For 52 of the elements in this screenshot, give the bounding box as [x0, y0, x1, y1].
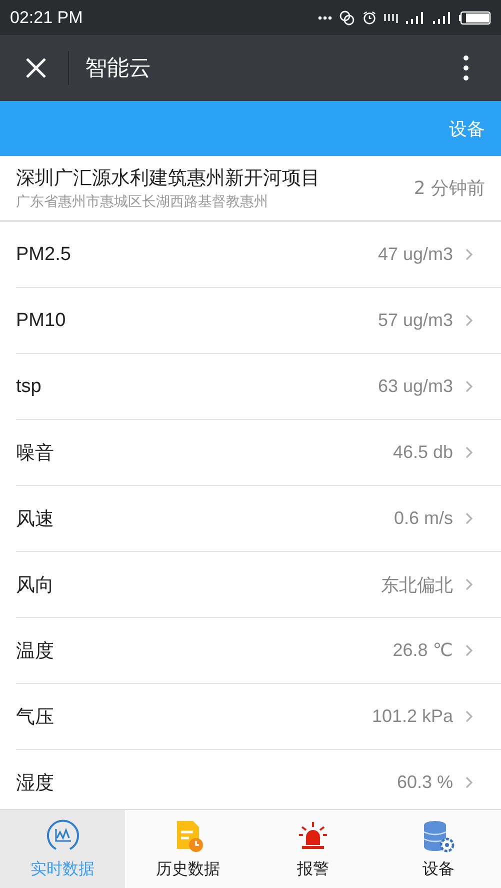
- reading-label: PM2.5: [16, 244, 71, 266]
- chevron-icon: [465, 446, 473, 459]
- reading-label: 风速: [16, 508, 54, 532]
- reading-row[interactable]: 气压 101.2 kPa: [16, 684, 501, 750]
- chevron-icon: [465, 710, 473, 723]
- chevron-icon: [465, 512, 473, 525]
- signal-icon: [432, 10, 452, 24]
- reading-row[interactable]: 噪音 46.5 db: [16, 420, 501, 486]
- reading-label: 湿度: [16, 772, 54, 796]
- tab[interactable]: 设备: [376, 810, 501, 888]
- reading-label: 温度: [16, 640, 54, 664]
- reading-label: tsp: [16, 376, 42, 398]
- reading-row[interactable]: tsp 63 ug/m3: [16, 354, 501, 420]
- reading-value: 0.6 m/s: [394, 508, 453, 529]
- chevron-icon: [465, 248, 473, 261]
- app-title: 智能云: [85, 55, 151, 83]
- reading-label: 风向: [16, 574, 54, 598]
- reading-value: 26.8 ℃: [392, 640, 453, 661]
- reading-value: 63 ug/m3: [378, 376, 453, 397]
- project-address: 广东省惠州市惠城区长湖西路基督教惠州: [16, 193, 269, 211]
- reading-value: 57 ug/m3: [378, 310, 453, 331]
- reading-value: 46.5 db: [392, 442, 453, 463]
- chevron-icon: [465, 776, 473, 789]
- reading-label: 噪音: [16, 442, 54, 466]
- tab[interactable]: 历史数据: [125, 810, 250, 888]
- alarm-clock-icon: [362, 10, 377, 25]
- reading-value: 60.3 %: [396, 772, 453, 793]
- reading-row[interactable]: PM2.5 47 ug/m3: [16, 222, 501, 288]
- update-time: 2 分钟前: [414, 177, 485, 200]
- project-name: 深圳广汇源水利建筑惠州新开河项目: [16, 166, 320, 191]
- chevron-icon: [465, 380, 473, 393]
- more-dots-icon: [318, 16, 332, 20]
- rings-icon: [339, 10, 355, 26]
- chart-icon: [46, 818, 80, 852]
- chevron-icon: [465, 644, 473, 657]
- signal-icon: [405, 10, 425, 24]
- close-icon[interactable]: [25, 57, 47, 79]
- reading-row[interactable]: 风速 0.6 m/s: [16, 486, 501, 552]
- menu-icon[interactable]: [463, 55, 469, 81]
- reading-row[interactable]: 风向 东北偏北: [16, 552, 501, 618]
- reading-value: 东北偏北: [381, 574, 453, 596]
- status-time: 02:21 PM: [10, 8, 83, 28]
- reading-row[interactable]: PM10 57 ug/m3: [16, 288, 501, 354]
- chevron-icon: [465, 578, 473, 591]
- reading-label: PM10: [16, 310, 66, 332]
- reading-value: 101.2 kPa: [372, 706, 453, 727]
- chevron-icon: [465, 314, 473, 327]
- tab[interactable]: 报警: [250, 810, 376, 888]
- reading-label: 气压: [16, 706, 54, 730]
- battery-icon: [459, 10, 491, 24]
- reading-row[interactable]: 温度 26.8 ℃: [16, 618, 501, 684]
- reading-value: 47 ug/m3: [378, 244, 453, 265]
